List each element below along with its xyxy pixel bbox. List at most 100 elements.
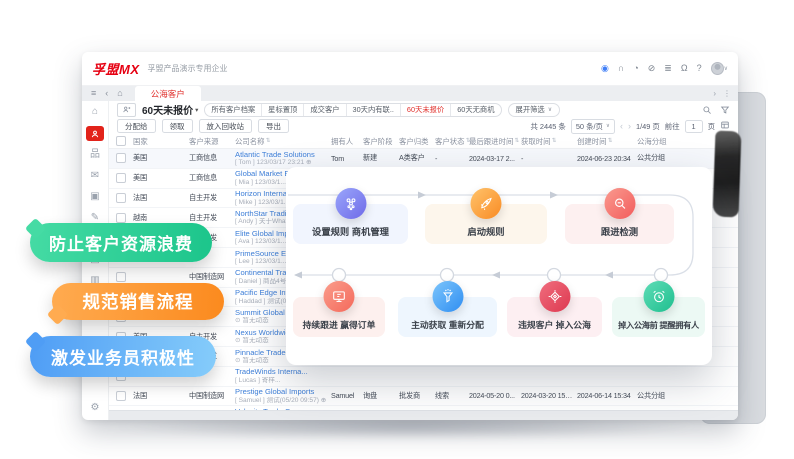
sidebar-item-package[interactable]: ▣ xyxy=(87,190,103,204)
filter-pill-3[interactable]: 30天内有联.. xyxy=(346,104,400,116)
row-checkbox[interactable] xyxy=(116,213,126,223)
view-title[interactable]: 60天未报价 ▾ xyxy=(142,102,198,117)
action-button-1[interactable]: 领取 xyxy=(162,119,193,133)
column-header[interactable]: 客户状态 ⇅ xyxy=(435,136,469,147)
row-checkbox[interactable] xyxy=(116,153,126,163)
quick-filter-group: 所有客户档案星标置顶成交客户30天内有联..60天未报价60天无商机 xyxy=(204,103,501,117)
filter-pill-1[interactable]: 星标置顶 xyxy=(261,104,303,116)
workflow-step-icon xyxy=(604,188,635,219)
sidebar-item-settings[interactable]: ⚙ xyxy=(87,401,103,415)
workflow-step: 掉入公海前 提醒拥有人 xyxy=(612,297,705,337)
workflow-step-icon xyxy=(432,281,463,312)
clock-icon[interactable]: ◔ xyxy=(633,64,638,73)
expand-filter-button[interactable]: 展开筛选 ∨ xyxy=(508,103,561,117)
action-button-0[interactable]: 分配给 xyxy=(117,119,156,133)
tab-label: 公海客户 xyxy=(151,88,185,100)
goto-unit: 页 xyxy=(708,121,715,132)
column-header[interactable]: 最后跟进时间 ⇅ xyxy=(469,136,521,147)
table-row[interactable]: 美国 工商信息 Atlantic Trade Solutions [ Tom ]… xyxy=(109,149,738,169)
pagination: 共 2445 条 50 条/页 ∨ ‹ › 1/49 页 前往 1 页 xyxy=(530,119,730,134)
task-list-icon[interactable]: ≣ xyxy=(664,64,672,73)
expand-filter-label: 展开筛选 xyxy=(516,105,545,115)
cell-create-time: 2024-06-23 20:34 xyxy=(577,154,637,163)
column-header[interactable]: 公司名称 ⇅ xyxy=(235,136,331,147)
cell-country: 美国 xyxy=(133,173,189,183)
menu-icon[interactable]: ≡ xyxy=(91,89,96,98)
cell-status: 线索 xyxy=(435,391,469,401)
company-subtext: [ Lucas ] 寄样... xyxy=(235,377,331,385)
more-icon[interactable]: ⋮ xyxy=(723,89,731,98)
row-checkbox[interactable] xyxy=(116,272,126,282)
action-button-2[interactable]: 放入回收站 xyxy=(199,119,253,133)
help-icon[interactable]: ? xyxy=(697,64,702,73)
avatar[interactable] xyxy=(711,62,724,75)
sidebar-item-mail[interactable]: ✉ xyxy=(87,169,103,183)
table-row[interactable]: 法国 中国制造网 Prestige Global Imports [ Samue… xyxy=(109,387,738,407)
cell-source: 自主开发 xyxy=(189,213,235,223)
sort-icon: ⇅ xyxy=(552,138,557,144)
column-header[interactable]: 创建时间 ⇅ xyxy=(577,136,637,147)
workflow-card: 设置规则 商机管理 启动规则 跟进检测 持续跟进 赢得订单 主动获取 重新分配 … xyxy=(286,167,712,365)
filter-pill-5[interactable]: 60天无商机 xyxy=(450,104,500,116)
marketing-canvas: 孚盟MX 孚盟产品演示专用企业 ◉ ∩ ◔ ⊘ ≣ Ω? ∨ ≡ ‹ ⌂ 公海客户 › ⋮… xyxy=(0,0,794,459)
chevron-right-icon[interactable]: › xyxy=(713,89,716,98)
column-header[interactable]: 客户来源 xyxy=(189,136,235,147)
company-link[interactable]: Prestige Global Imports xyxy=(235,387,331,396)
column-header[interactable]: 国家 xyxy=(133,136,189,147)
column-header[interactable]: 获取时间 ⇅ xyxy=(521,136,577,147)
column-header[interactable]: 客户归类 xyxy=(399,136,435,147)
back-icon[interactable]: ‹ xyxy=(105,89,108,98)
column-header[interactable]: 拥有人 xyxy=(331,136,363,147)
cell-country: 越南 xyxy=(133,213,189,223)
sidebar-item-home[interactable]: ⌂ xyxy=(87,105,103,119)
brand-subtitle: 孚盟产品演示专用企业 xyxy=(148,63,228,74)
chevron-down-icon: ∨ xyxy=(606,123,610,129)
cell-owner: Samuel xyxy=(331,391,363,400)
forbid-icon[interactable]: ⊘ xyxy=(648,64,656,73)
tab-bar: ≡ ‹ ⌂ 公海客户 › ⋮ xyxy=(82,86,738,101)
row-checkbox[interactable] xyxy=(116,173,126,183)
tab-public-customers[interactable]: 公海客户 xyxy=(135,86,201,101)
caret-down-icon: ▾ xyxy=(195,106,198,114)
sidebar-item-customers[interactable] xyxy=(86,126,104,141)
filter-pill-0[interactable]: 所有客户档案 xyxy=(205,104,261,116)
column-header[interactable]: 客户阶段 xyxy=(363,136,399,147)
search-icon[interactable] xyxy=(702,105,712,115)
cell-create-time: 2024-06-14 15:34 xyxy=(577,391,637,400)
workflow-step: 启动规则 xyxy=(425,204,547,244)
prev-page-button[interactable]: ‹ xyxy=(620,122,623,131)
user-filter-icon[interactable] xyxy=(117,103,136,117)
workflow-step: 设置规则 商机管理 xyxy=(293,204,408,244)
company-link[interactable]: TradeWinds Interna... xyxy=(235,367,331,376)
workflow-step: 持续跟进 赢得订单 xyxy=(293,297,385,337)
next-page-button[interactable]: › xyxy=(628,122,631,131)
select-all-checkbox[interactable] xyxy=(116,136,126,146)
cell-country: 美国 xyxy=(133,153,189,163)
sidebar-item-org[interactable]: 品 xyxy=(87,148,103,162)
page-size-select[interactable]: 50 条/页 ∨ xyxy=(571,119,615,134)
brand-logo: 孚盟MX xyxy=(92,59,140,78)
workflow-step: 跟进检测 xyxy=(565,204,674,244)
cell-country: 法国 xyxy=(133,391,189,401)
ribbon-badge: 防止客户资源浪费 xyxy=(30,223,212,262)
cell-stage: 新建 xyxy=(363,153,399,163)
headset-icon[interactable]: ∩ xyxy=(618,64,624,73)
cell-group: 公共分组 xyxy=(637,391,738,401)
row-checkbox[interactable] xyxy=(116,391,126,401)
action-buttons: 分配给领取放入回收站导出 xyxy=(117,119,289,133)
filter-pill-4[interactable]: 60天未报价 xyxy=(400,104,450,116)
bell-icon[interactable]: Ω xyxy=(681,64,688,73)
workflow-step-icon xyxy=(324,281,355,312)
workflow-step: 主动获取 重新分配 xyxy=(398,297,497,337)
goto-page-input[interactable]: 1 xyxy=(685,120,703,133)
row-checkbox[interactable] xyxy=(116,193,126,203)
action-button-3[interactable]: 导出 xyxy=(258,119,289,133)
monitor-icon[interactable]: ◉ xyxy=(601,64,609,73)
funnel-icon[interactable] xyxy=(720,105,730,115)
home-icon[interactable]: ⌂ xyxy=(117,89,122,98)
filter-pill-2[interactable]: 成交客户 xyxy=(303,104,345,116)
company-subtext: [ Tom ] 123/03/17 23:21 ⊕ xyxy=(235,159,331,167)
cell-status: - xyxy=(435,154,469,163)
company-link[interactable]: Atlantic Trade Solutions xyxy=(235,150,331,159)
cell-category: 批发商 xyxy=(399,391,435,401)
